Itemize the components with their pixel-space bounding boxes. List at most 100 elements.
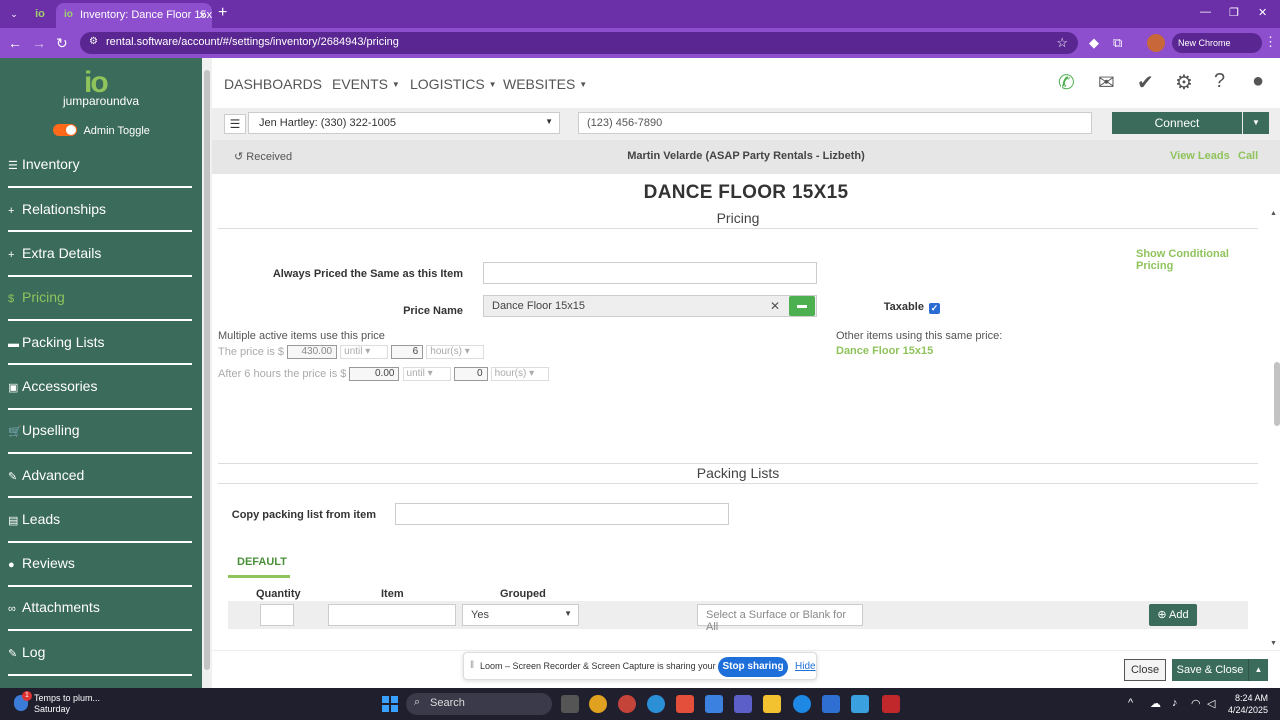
mcafee-icon[interactable]	[882, 695, 900, 713]
save-dropdown-icon[interactable]: ▲	[1248, 659, 1268, 681]
site-info-icon[interactable]: ⚙	[89, 36, 98, 47]
close-window-icon[interactable]: ✕	[1258, 6, 1267, 19]
contact-select[interactable]: Jen Hartley: (330) 322-1005 ▼	[248, 112, 560, 134]
taskbar-clock[interactable]: 8:24 AM 4/24/2025	[1222, 692, 1268, 716]
until-2-select[interactable]: until ▾	[402, 367, 451, 381]
chrome-icon[interactable]	[589, 695, 607, 713]
address-bar[interactable]: ⚙ rental.software/account/#/settings/inv…	[80, 32, 1078, 54]
reload-icon[interactable]: ↻	[56, 35, 68, 52]
menu-icon[interactable]: ☰	[224, 114, 246, 134]
admin-toggle[interactable]: Admin Toggle	[53, 124, 150, 137]
sidebar-item-advanced[interactable]: ✎ Advanced	[8, 467, 192, 483]
app-icon[interactable]	[676, 695, 694, 713]
qty-1-input[interactable]: 6	[391, 345, 424, 359]
sidebar-item-pricing[interactable]: $ Pricing	[8, 289, 192, 305]
toggle-switch-icon[interactable]	[53, 124, 77, 136]
price-2-input[interactable]: 0.00	[349, 367, 400, 381]
file-explorer-icon[interactable]	[763, 695, 781, 713]
content-scrollbar[interactable]	[1274, 216, 1280, 648]
scroll-down-icon[interactable]: ▼	[1270, 640, 1277, 647]
content-scroll-thumb[interactable]	[1274, 362, 1280, 426]
back-icon[interactable]: ←	[8, 35, 22, 51]
onedrive-icon[interactable]: ☁	[1150, 697, 1161, 710]
user-icon[interactable]: ●	[1252, 70, 1264, 93]
profile-avatar[interactable]	[1147, 34, 1165, 52]
sidebar-item-upselling[interactable]: 🛒Upselling	[8, 422, 192, 438]
add-button[interactable]: ⊕ Add	[1149, 604, 1197, 626]
view-leads-link[interactable]: View Leads	[1170, 150, 1230, 162]
connect-button[interactable]: Connect	[1112, 112, 1242, 134]
nav-websites[interactable]: WEBSITES ▼	[503, 76, 587, 92]
taxable-checkbox[interactable]: ✓	[929, 303, 940, 314]
taskbar-search[interactable]: ⌕ Search	[406, 693, 552, 715]
sidebar-item-accessories[interactable]: ▣ Accessories	[8, 378, 192, 394]
chrome-profile-icon[interactable]	[618, 695, 636, 713]
sidebar-item-relationships[interactable]: + Relationships	[8, 201, 192, 217]
tab-search-icon[interactable]: ⌄	[4, 4, 24, 24]
drag-handle-icon[interactable]: ‖	[470, 660, 474, 671]
save-close-button[interactable]: Save & Close	[1172, 659, 1248, 681]
unit-1-select[interactable]: hour(s) ▾	[426, 345, 485, 359]
copilot-icon[interactable]	[705, 695, 723, 713]
show-conditional-pricing-link[interactable]: Show Conditional Pricing	[1136, 248, 1262, 272]
sidebar-scrollbar[interactable]	[202, 58, 212, 688]
phone-input[interactable]: (123) 456-7890	[578, 112, 1092, 134]
sidebar-item-packing-lists[interactable]: ▬ Packing Lists	[8, 334, 192, 350]
phone-icon[interactable]: ✆	[1058, 70, 1075, 95]
extensions-puzzle-icon[interactable]: ⧉	[1113, 35, 1122, 51]
wifi-icon[interactable]: ◠	[1191, 697, 1201, 710]
new-chrome-available-button[interactable]: New Chrome available	[1172, 33, 1262, 68]
browser-menu-icon[interactable]: ⋮	[1264, 34, 1277, 50]
nav-logistics[interactable]: LOGISTICS ▼	[410, 76, 497, 92]
always-priced-input[interactable]	[483, 262, 817, 284]
quantity-input[interactable]	[260, 604, 294, 626]
copy-packing-input[interactable]	[395, 503, 729, 525]
task-view-icon[interactable]	[561, 695, 579, 713]
nav-dashboards[interactable]: DASHBOARDS	[224, 76, 322, 92]
stop-sharing-button[interactable]: Stop sharing	[718, 657, 788, 677]
sidebar-item-reviews[interactable]: ● Reviews	[8, 555, 192, 571]
unit-2-select[interactable]: hour(s) ▾	[490, 367, 549, 381]
price-name-input[interactable]: Dance Floor 15x15 ✕	[483, 295, 817, 317]
sidebar-item-leads[interactable]: ▤ Leads	[8, 511, 192, 527]
clear-icon[interactable]: ✕	[770, 299, 780, 313]
windows-start-icon[interactable]	[382, 696, 398, 712]
money-icon[interactable]: ▬	[789, 296, 815, 316]
until-1-select[interactable]: until ▾	[340, 345, 389, 359]
connect-dropdown-icon[interactable]: ▼	[1243, 112, 1269, 134]
sidebar-item-extra-details[interactable]: + Extra Details	[8, 245, 192, 261]
minimize-icon[interactable]: —	[1200, 6, 1211, 18]
mail-icon[interactable]: ✉	[1098, 70, 1115, 95]
sidebar-item-log[interactable]: ✎ Log	[8, 644, 192, 660]
bookmark-star-icon[interactable]: ☆	[1056, 35, 1068, 51]
sidebar-item-attachments[interactable]: ∞ Attachments	[8, 599, 192, 615]
price-1-input[interactable]: 430.00	[287, 345, 338, 359]
pinned-tab[interactable]: io	[30, 4, 50, 24]
new-tab-icon[interactable]: +	[218, 4, 227, 22]
hide-link[interactable]: Hide	[795, 661, 816, 672]
volume-icon[interactable]: ◁	[1207, 697, 1215, 710]
active-tab[interactable]: io Inventory: Dance Floor 15x15 | ×	[56, 3, 212, 28]
help-icon[interactable]: ?	[1214, 70, 1225, 93]
grouped-select[interactable]: Yes ▼	[462, 604, 579, 626]
forward-icon[interactable]: →	[32, 35, 46, 51]
nav-events[interactable]: EVENTS ▼	[332, 76, 400, 92]
edge-icon[interactable]	[647, 695, 665, 713]
close-tab-icon[interactable]: ×	[199, 8, 206, 22]
gear-icon[interactable]: ⚙	[1175, 70, 1193, 95]
sidebar-scroll-thumb[interactable]	[204, 70, 210, 670]
other-item-link[interactable]: Dance Floor 15x15	[836, 345, 933, 357]
sidebar-item-inventory[interactable]: ☰ Inventory	[8, 156, 192, 172]
tray-chevron-icon[interactable]: ^	[1128, 697, 1133, 709]
tab-default[interactable]: DEFAULT	[237, 556, 287, 568]
help-app-icon[interactable]	[793, 695, 811, 713]
close-button[interactable]: Close	[1124, 659, 1166, 681]
store-icon[interactable]	[822, 695, 840, 713]
app-icon[interactable]	[851, 695, 869, 713]
restore-icon[interactable]: ❐	[1229, 6, 1239, 19]
item-input[interactable]	[328, 604, 456, 626]
call-link[interactable]: Call	[1238, 150, 1258, 162]
teams-icon[interactable]	[734, 695, 752, 713]
qty-2-input[interactable]: 0	[453, 367, 488, 381]
check-icon[interactable]: ✔	[1137, 70, 1154, 95]
